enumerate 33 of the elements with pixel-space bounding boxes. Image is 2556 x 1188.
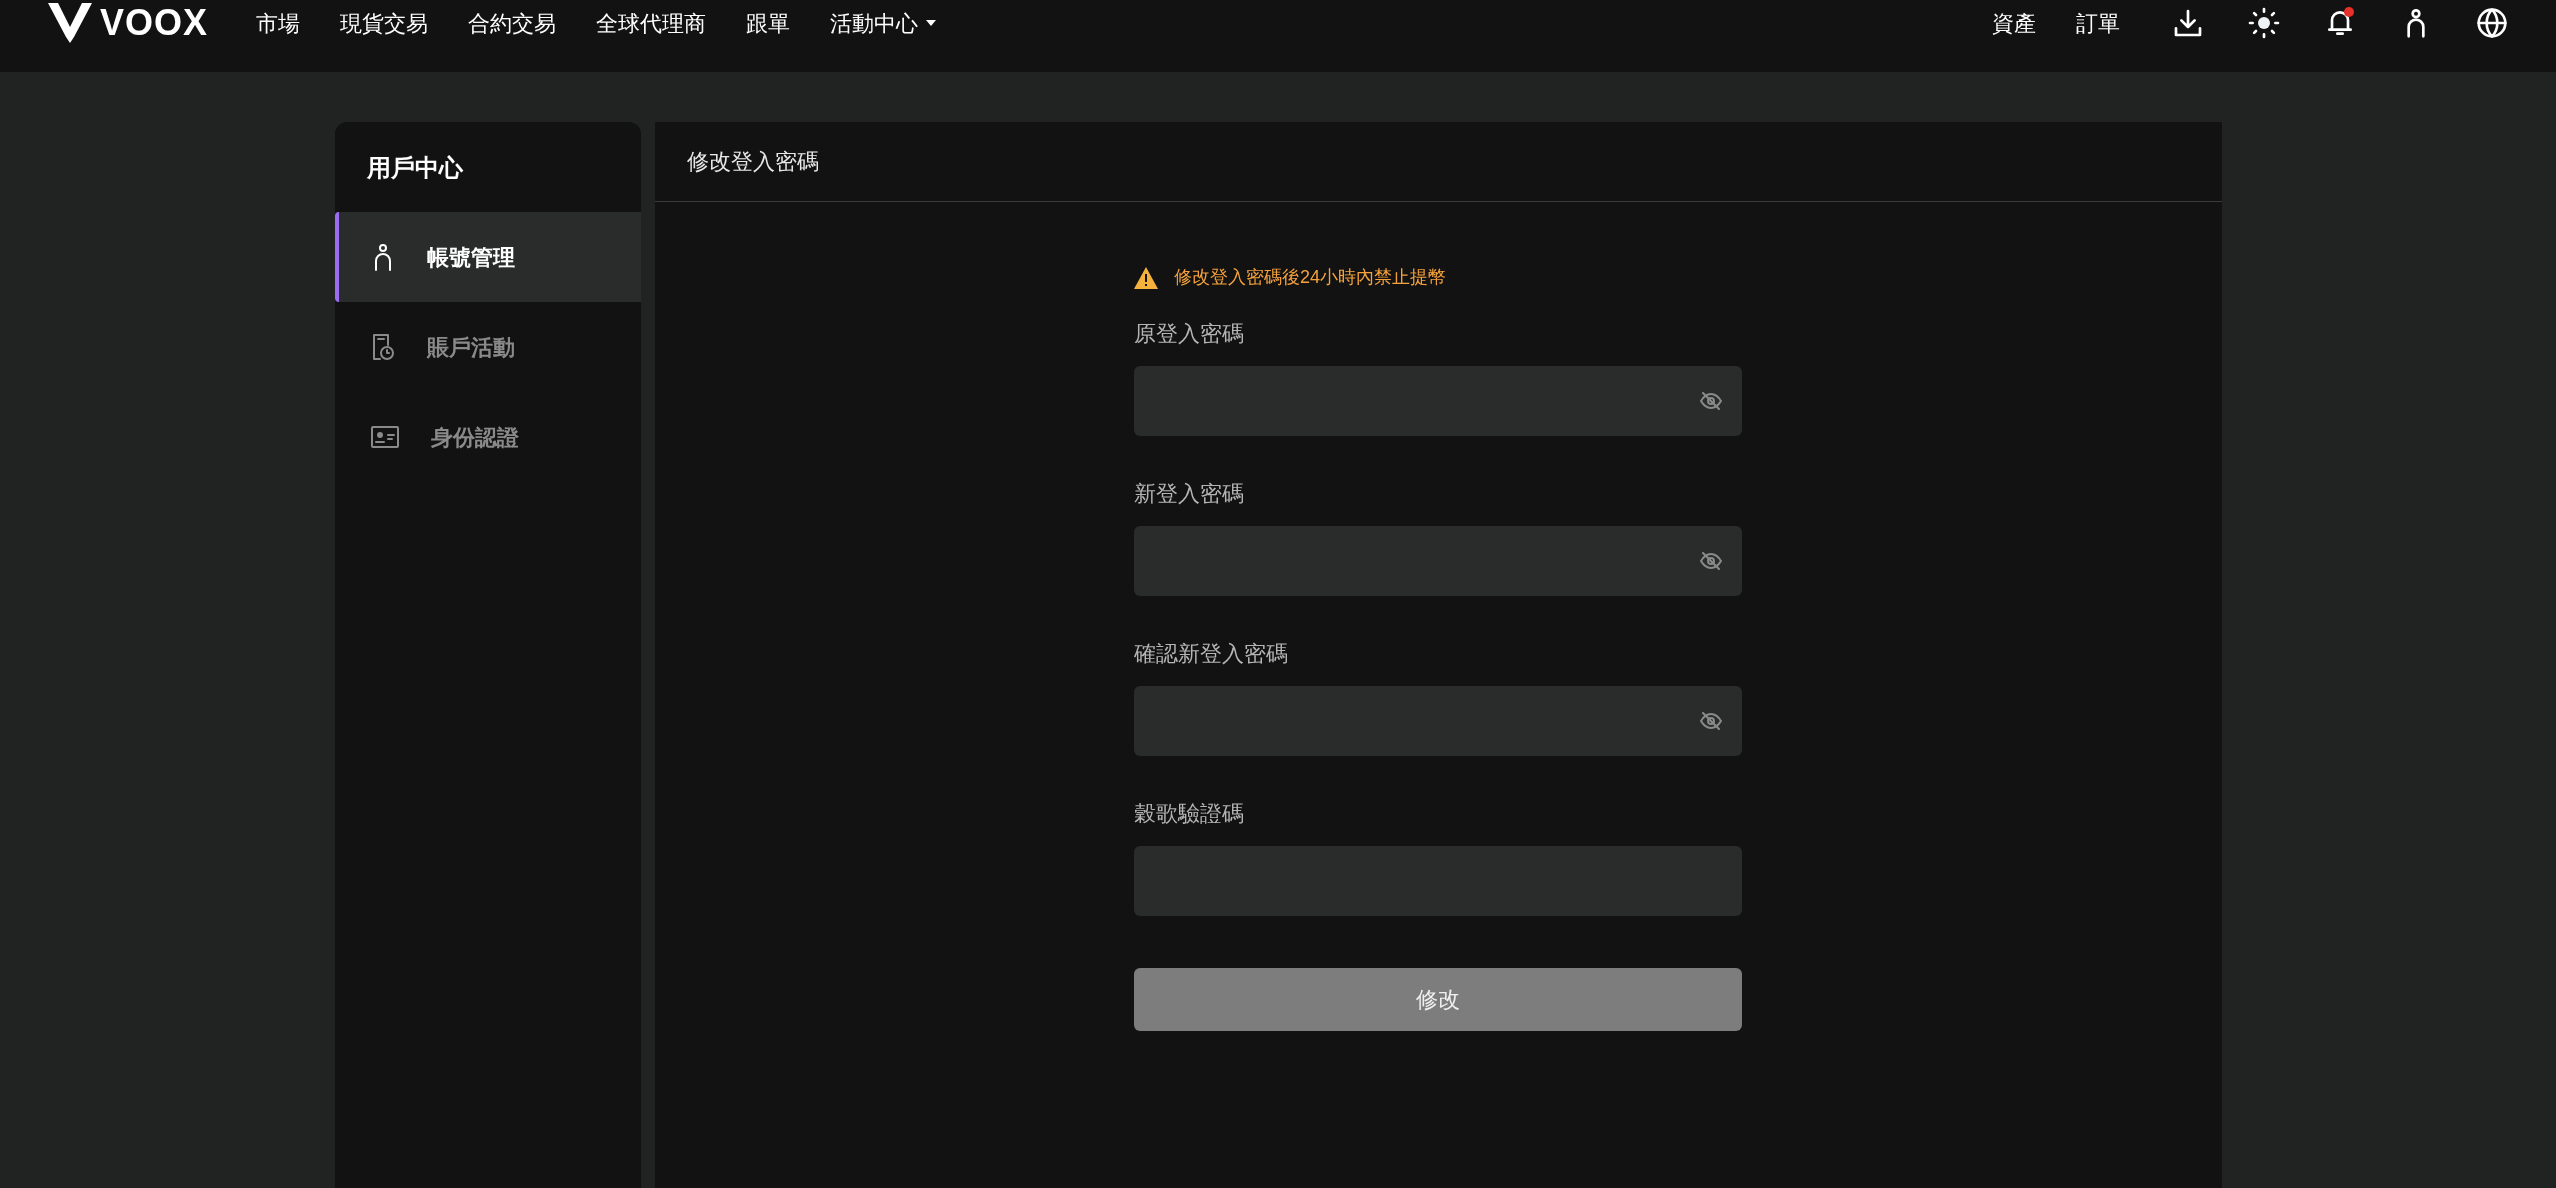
nav-link[interactable]: 現貨交易 — [340, 6, 429, 40]
nav-link[interactable]: 跟單 — [746, 6, 791, 40]
warning-icon — [1134, 266, 1158, 289]
nav-link[interactable]: 合約交易 — [468, 6, 557, 40]
sidebar-item[interactable]: 身份認證 — [334, 392, 641, 482]
password-field[interactable] — [1134, 526, 1742, 596]
nav-link[interactable]: 全球代理商 — [596, 6, 707, 40]
nav-link[interactable]: 活動中心 — [830, 6, 937, 40]
field-label: 新登入密碼 — [1134, 480, 1245, 508]
nav-link[interactable]: 訂單 — [2076, 6, 2120, 40]
clock-document-icon — [370, 333, 395, 361]
field-label: 穀歌驗證碼 — [1134, 800, 1245, 828]
logo[interactable]: VOOX — [48, 3, 209, 43]
warning-text: 修改登入密碼後24小時內禁止提幣 — [1174, 266, 1447, 289]
nav-link[interactable]: 資產 — [1992, 6, 2036, 40]
sidebar-item[interactable]: 賬戶活動 — [334, 302, 641, 392]
password-field[interactable] — [1134, 686, 1742, 756]
panel-title: 修改登入密碼 — [686, 148, 819, 176]
field-label: 確認新登入密碼 — [1134, 640, 1289, 668]
eye-slash-icon[interactable] — [1700, 392, 1722, 410]
field-label: 原登入密碼 — [1134, 320, 1245, 348]
eye-slash-icon[interactable] — [1700, 552, 1722, 570]
globe-icon[interactable] — [2476, 7, 2508, 39]
sun-icon[interactable] — [2248, 7, 2280, 39]
download-icon[interactable] — [2172, 7, 2204, 39]
id-card-icon — [370, 426, 399, 448]
eye-slash-icon[interactable] — [1700, 712, 1722, 730]
password-field[interactable] — [1134, 366, 1742, 436]
sidebar-title: 用戶中心 — [365, 153, 464, 183]
nav-link[interactable]: 市場 — [256, 6, 301, 40]
caret-icon — [926, 20, 937, 26]
sidebar-item[interactable]: 帳號管理 — [334, 212, 641, 302]
input-field[interactable] — [1134, 846, 1742, 916]
